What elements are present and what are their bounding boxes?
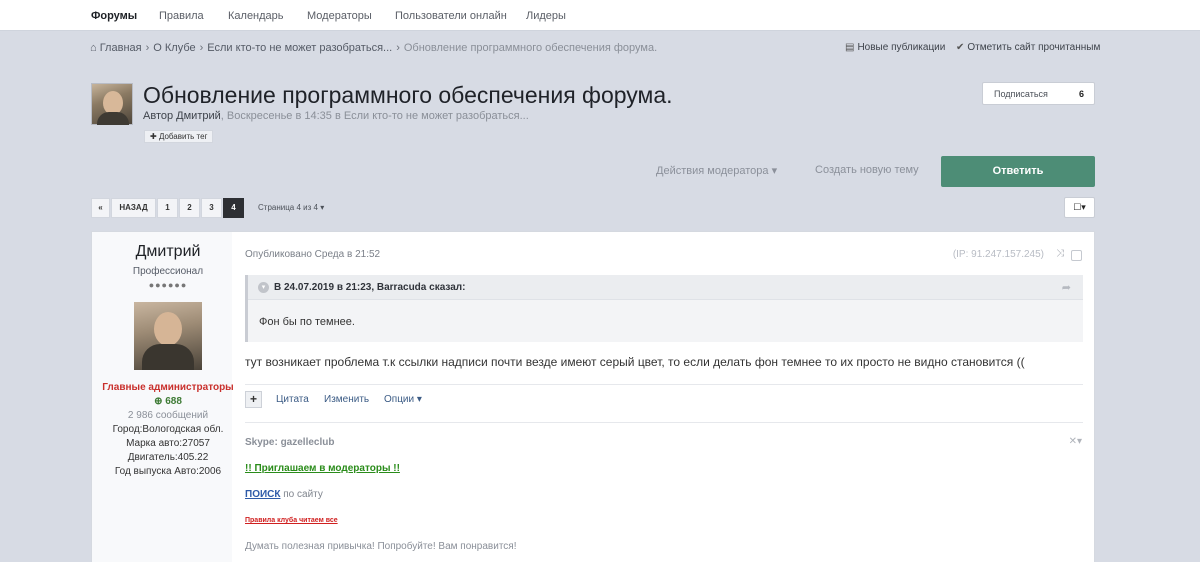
new-posts-link[interactable]: ▤ Новые публикации	[845, 42, 945, 53]
nav-moderators[interactable]: Модераторы	[307, 10, 372, 22]
quote-source-link-icon[interactable]: ➦	[1062, 281, 1071, 294]
topic-meta: Автор Дмитрий, Воскресенье в 14:35 в Есл…	[143, 110, 529, 122]
moderator-actions-label: Действия модератора	[656, 165, 769, 177]
caret-down-icon: ▾	[771, 165, 778, 177]
post-author-column: Дмитрий Профессионал ●●●●●● Главные адми…	[92, 232, 234, 562]
breadcrumb: ⌂ Главная › О Клубе › Если кто-то не может р…	[90, 42, 657, 54]
add-tag-label: Добавить тег	[158, 132, 208, 141]
breadcrumb-separator: ›	[199, 42, 204, 54]
quote-button[interactable]: Цитата	[276, 394, 309, 405]
square-check-icon: ☐▾	[1073, 202, 1086, 212]
plus-icon: ✚	[150, 132, 157, 141]
profile-field-city: Город:Вологодская обл.	[112, 424, 224, 435]
quote-citation: В 24.07.2019 в 21:23, Barracuda сказал:	[274, 282, 466, 293]
page-3-button[interactable]: 3	[201, 198, 222, 218]
nav-online-users[interactable]: Пользователи онлайн	[395, 10, 507, 22]
signature-search-rest: по сайту	[283, 489, 323, 500]
plus-circle-icon: ⊕	[154, 396, 163, 407]
edit-button[interactable]: Изменить	[324, 394, 369, 405]
author-group: Главные администраторы	[102, 382, 234, 393]
double-chevron-left-icon: «	[98, 203, 103, 212]
collapse-icon[interactable]: ▾	[258, 282, 269, 293]
post-author-rank: Профессионал	[132, 266, 204, 277]
breadcrumb-home[interactable]: Главная	[100, 42, 142, 54]
avatar[interactable]	[134, 302, 202, 370]
new-posts-label: Новые публикации	[857, 42, 946, 53]
post-select-checkbox[interactable]	[1071, 250, 1082, 261]
page-1-button[interactable]: 1	[157, 198, 178, 218]
post: Дмитрий Профессионал ●●●●●● Главные адми…	[91, 231, 1095, 562]
signature-invite-link[interactable]: !! Приглашаем в модераторы !!	[245, 463, 400, 474]
caret-down-icon: ▾	[320, 203, 325, 212]
hide-signature-icon[interactable]: ✕▾	[1069, 436, 1082, 447]
add-tag-button[interactable]: ✚ Добавить тег	[144, 130, 214, 143]
follow-count: 6	[1078, 89, 1084, 99]
profile-field-year: Год выпуска Авто:2006	[114, 466, 222, 477]
topic-author-prefix: Автор	[143, 110, 174, 122]
quote-text: Фон бы по темнее.	[259, 316, 355, 328]
page-jump-dropdown[interactable]: Страница 4 из 4 ▾	[258, 203, 324, 212]
signature-search: ПОИСК по сайту	[245, 489, 323, 500]
signature-search-link[interactable]: ПОИСК	[245, 489, 280, 500]
caret-down-icon: ▾	[416, 394, 422, 405]
reply-button[interactable]: Ответить	[941, 156, 1095, 187]
moderator-actions-dropdown[interactable]: Действия модератора ▾	[656, 164, 777, 177]
follow-label: Подписаться	[994, 89, 1048, 99]
page-info-label: Страница 4 из 4	[258, 203, 318, 212]
breadcrumb-separator: ›	[145, 42, 150, 54]
breadcrumb-current: Обновление программного обеспечения фору…	[403, 42, 658, 54]
multiquote-button[interactable]: +	[245, 391, 262, 408]
breadcrumb-club[interactable]: О Клубе	[153, 42, 195, 54]
post-date[interactable]: Опубликовано Среда в 21:52	[245, 249, 380, 260]
mark-read-link[interactable]: ✔ Отметить сайт прочитанным	[956, 42, 1100, 53]
topic-author-avatar[interactable]	[91, 83, 133, 125]
follow-button[interactable]: Подписаться 6	[982, 82, 1095, 105]
reputation-value: 688	[165, 396, 182, 407]
page-4-button[interactable]: 4	[223, 198, 244, 218]
multimod-checkbox-toggle[interactable]: ☐▾	[1064, 197, 1095, 218]
nav-leaders[interactable]: Лидеры	[526, 10, 566, 22]
signature-motto: Думать полезная привычка! Попробуйте! Ва…	[245, 541, 517, 552]
post-count: 2 986 сообщений	[127, 410, 209, 421]
newspaper-icon: ▤	[845, 42, 855, 53]
breadcrumb-forum[interactable]: Если кто-то не может разобраться...	[207, 42, 392, 54]
nav-calendar[interactable]: Календарь	[228, 10, 284, 22]
post-content: тут возникает проблема т.к ссылки надпис…	[245, 355, 1025, 369]
nav-forums[interactable]: Форумы	[91, 10, 137, 22]
divider	[245, 384, 1083, 385]
nav-rules[interactable]: Правила	[159, 10, 204, 22]
new-topic-button[interactable]: Создать новую тему	[815, 164, 919, 176]
divider	[245, 422, 1083, 423]
prev-page-button[interactable]: НАЗАД	[111, 198, 156, 218]
quote-header: ▾ В 24.07.2019 в 21:23, Barracuda сказал…	[248, 275, 1083, 300]
page-title: Обновление программного обеспечения фору…	[143, 82, 673, 108]
options-label: Опции	[384, 394, 415, 405]
topic-meta-rest: , Воскресенье в 14:35 в Если кто-то не м…	[220, 110, 529, 122]
mark-read-label: Отметить сайт прочитанным	[967, 42, 1101, 53]
topic-author-link[interactable]: Дмитрий	[176, 110, 221, 122]
post-ip[interactable]: (IP: 91.247.157.245)	[953, 249, 1044, 260]
home-icon: ⌂	[90, 42, 97, 54]
profile-field-engine: Двигатель:405.22	[127, 452, 209, 463]
page-2-button[interactable]: 2	[179, 198, 200, 218]
reputation-badge: ⊕ 688	[92, 396, 244, 407]
signature-skype: Skype: gazelleclub	[245, 437, 335, 448]
quote-block: ▾ В 24.07.2019 в 21:23, Barracuda сказал…	[245, 275, 1083, 342]
top-navigation: Форумы Правила Календарь Модераторы Поль…	[0, 0, 1200, 31]
options-dropdown[interactable]: Опции ▾	[384, 394, 422, 405]
check-icon: ✔	[956, 42, 965, 53]
first-page-button[interactable]: «	[91, 198, 110, 218]
post-author-name[interactable]: Дмитрий	[92, 243, 244, 261]
share-icon[interactable]: ⤨	[1056, 248, 1064, 259]
rank-pips: ●●●●●●	[148, 280, 188, 290]
breadcrumb-separator: ›	[396, 42, 400, 54]
signature-rules-link[interactable]: Правила клуба читаем все	[245, 517, 338, 524]
profile-field-car: Марка авто:27057	[126, 438, 210, 449]
